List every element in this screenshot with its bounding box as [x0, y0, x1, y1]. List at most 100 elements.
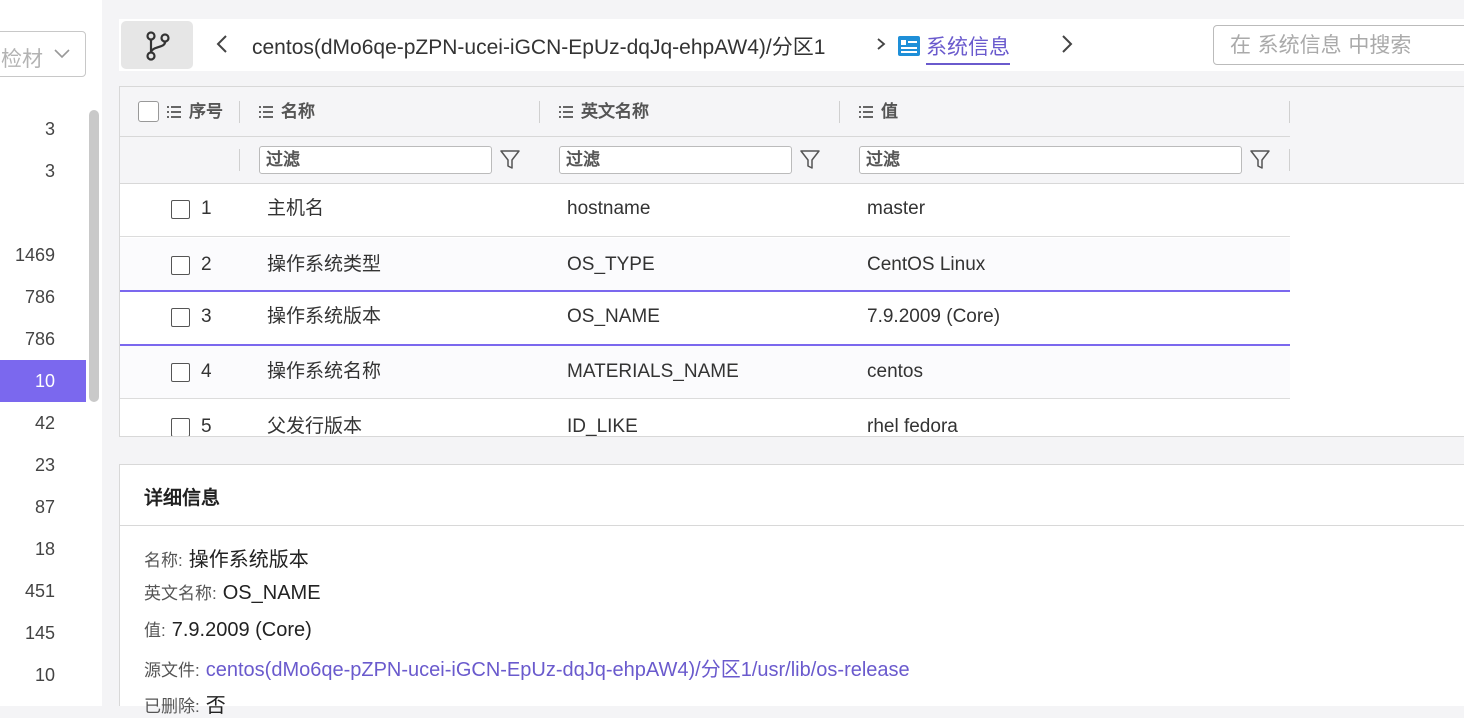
filter-english-name-input[interactable] [560, 147, 791, 173]
detail-value-value: 7.9.2009 (Core) [171, 619, 312, 641]
table-row[interactable]: 4 操作系统名称 MATERIALS_NAME centos [120, 346, 1290, 399]
column-divider[interactable] [1289, 101, 1290, 123]
row-english-name: hostname [567, 198, 651, 219]
row-index: 4 [201, 361, 212, 382]
table-row[interactable]: 1 主机名 hostname master [120, 184, 1290, 237]
row-name: 父发行版本 [267, 416, 363, 437]
row-value: master [867, 198, 926, 219]
chevron-left-icon[interactable] [215, 33, 229, 55]
column-divider[interactable] [839, 101, 840, 123]
sidebar-count-item-active[interactable]: 10 [0, 360, 86, 402]
info-list-icon [898, 36, 920, 56]
column-header-english-name-label: 英文名称 [581, 102, 649, 121]
filter-value-input[interactable] [860, 147, 1241, 173]
row-value: centos [867, 361, 923, 382]
chevron-right-small-icon [877, 38, 886, 50]
column-divider[interactable] [239, 101, 240, 123]
header-separator [120, 136, 1290, 137]
row-english-name: ID_LIKE [567, 416, 638, 437]
filter-name-input[interactable] [260, 147, 491, 173]
list-icon [859, 105, 873, 118]
sidebar-count-item[interactable]: 18 [0, 528, 86, 570]
list-icon [167, 105, 181, 118]
sidebar-count-item[interactable]: 23 [0, 444, 86, 486]
filter-divider [239, 149, 240, 171]
detail-panel: 详细信息 名称: 操作系统版本 英文名称: OS_NAME 值: 7.9.2009 (… [119, 464, 1464, 717]
column-header-name-label: 名称 [281, 102, 315, 121]
detail-value-row: 值: 7.9.2009 (Core) [144, 616, 312, 642]
count-list: 3 3 1469 786 786 10 42 23 87 18 451 145 10 [0, 108, 86, 696]
breadcrumb-current[interactable]: 系统信息 [926, 31, 1010, 65]
detail-value-label: 值: [144, 621, 166, 640]
row-name: 操作系统类型 [267, 254, 382, 275]
sidebar-count-item[interactable]: 3 [0, 108, 86, 150]
sidebar-count-item[interactable]: 145 [0, 612, 86, 654]
sidebar-count-item[interactable]: 451 [0, 570, 86, 612]
detail-source-label: 源文件: [144, 661, 200, 680]
toolbar: centos(dMo6qe-pZPN-ucei-iGCN-EpUz-dqJq-e… [119, 19, 1464, 71]
detail-english-row: 英文名称: OS_NAME [144, 579, 321, 605]
evidence-select[interactable]: 检材 [0, 31, 86, 77]
detail-title: 详细信息 [144, 488, 221, 509]
select-all-checkbox[interactable] [138, 101, 159, 122]
filter-icon[interactable] [800, 149, 820, 171]
sidebar-count-item[interactable]: 10 [0, 654, 86, 696]
row-checkbox[interactable] [171, 256, 190, 275]
filter-icon[interactable] [1250, 149, 1270, 171]
search-input[interactable] [1214, 26, 1464, 64]
sidebar-count-item[interactable]: 3 [0, 150, 86, 192]
data-table: 序号 名称 英文名称 值 过滤 过滤 过滤 1 主机名 hostname mas… [119, 86, 1464, 437]
row-checkbox[interactable] [171, 363, 190, 382]
detail-name-value: 操作系统版本 [188, 549, 309, 571]
sidebar-count-item[interactable]: 786 [0, 318, 86, 360]
row-index: 3 [201, 306, 212, 327]
column-header-index-label: 序号 [189, 102, 223, 121]
breadcrumb-path[interactable]: centos(dMo6qe-pZPN-ucei-iGCN-EpUz-dqJq-e… [252, 31, 825, 61]
sidebar-count-item[interactable] [0, 192, 86, 234]
sidebar-count-item[interactable]: 1469 [0, 234, 86, 276]
sidebar-count-item[interactable]: 42 [0, 402, 86, 444]
row-index: 1 [201, 198, 212, 219]
column-header-value-label: 值 [881, 102, 898, 121]
list-icon [559, 105, 573, 118]
detail-english-label: 英文名称: [144, 584, 217, 603]
row-value: CentOS Linux [867, 254, 986, 275]
detail-name-row: 名称: 操作系统版本 [144, 543, 309, 572]
detail-deleted-value: 否 [205, 695, 226, 717]
chevron-down-icon [54, 49, 70, 59]
detail-deleted-label: 已删除: [144, 697, 200, 716]
column-header-english-name[interactable]: 英文名称 [559, 87, 649, 137]
row-index: 2 [201, 254, 212, 275]
detail-separator [120, 525, 1464, 526]
column-divider[interactable] [539, 101, 540, 123]
column-header-index[interactable]: 序号 [167, 87, 223, 137]
filter-english-name-box [559, 146, 792, 174]
row-name: 操作系统版本 [267, 306, 382, 327]
column-header-name[interactable]: 名称 [259, 87, 315, 137]
row-checkbox[interactable] [171, 418, 190, 436]
column-header-value[interactable]: 值 [859, 87, 898, 137]
git-branch-icon [146, 31, 170, 61]
sidebar: 检材 3 3 1469 786 786 10 42 23 87 18 451 145 10 [0, 0, 102, 706]
branch-button[interactable] [121, 21, 193, 69]
detail-english-value: OS_NAME [222, 582, 321, 604]
sidebar-count-item[interactable]: 87 [0, 486, 86, 528]
filter-icon[interactable] [500, 149, 520, 171]
row-checkbox[interactable] [171, 308, 190, 327]
detail-deleted-row: 已删除: 否 [144, 689, 226, 718]
table-row[interactable]: 5 父发行版本 ID_LIKE rhel fedora [120, 400, 1290, 437]
row-checkbox[interactable] [171, 200, 190, 219]
detail-source-link[interactable]: centos(dMo6qe-pZPN-ucei-iGCN-EpUz-dqJq-e… [206, 659, 910, 681]
search-box [1213, 25, 1464, 65]
table-header: 序号 名称 英文名称 值 [120, 87, 1464, 184]
row-english-name: OS_NAME [567, 306, 660, 327]
sidebar-scrollbar[interactable] [89, 110, 99, 402]
sidebar-count-item[interactable]: 786 [0, 276, 86, 318]
table-row-selected[interactable]: 3 操作系统版本 OS_NAME 7.9.2009 (Core) [120, 290, 1290, 346]
row-name: 主机名 [267, 198, 325, 219]
table-row[interactable]: 2 操作系统类型 OS_TYPE CentOS Linux [120, 238, 1290, 291]
detail-name-label: 名称: [144, 551, 183, 570]
filter-divider [1289, 149, 1290, 171]
detail-source-row: 源文件: centos(dMo6qe-pZPN-ucei-iGCN-EpUz-dq… [144, 653, 910, 682]
chevron-right-icon[interactable] [1060, 33, 1074, 55]
